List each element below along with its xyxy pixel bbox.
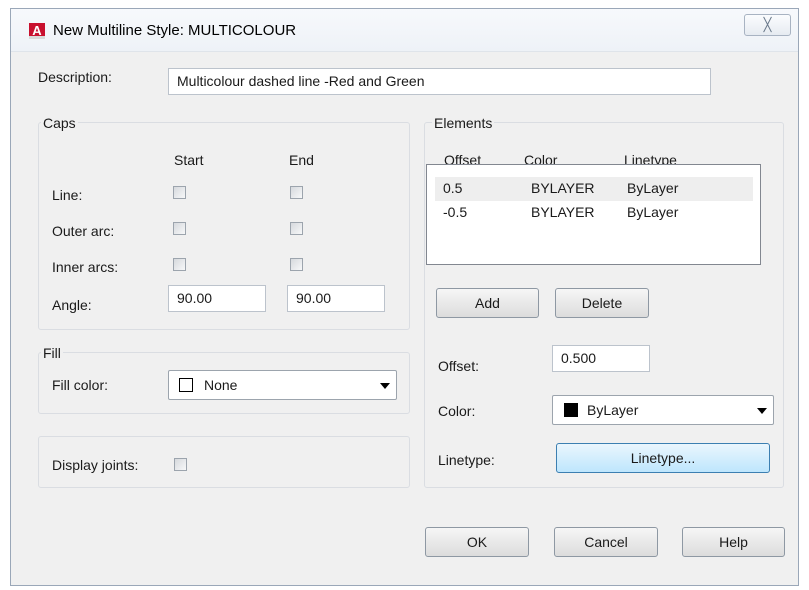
display-joints-label: Display joints: xyxy=(52,457,139,473)
offset-label: Offset: xyxy=(438,358,479,374)
caps-angle-label: Angle: xyxy=(52,297,92,313)
linetype-label: Linetype: xyxy=(438,452,495,468)
inner-arcs-start-checkbox[interactable] xyxy=(173,258,186,271)
color-label: Color: xyxy=(438,403,476,419)
elements-row[interactable]: -0.5 BYLAYER ByLayer xyxy=(435,201,753,225)
chevron-down-icon xyxy=(757,408,767,414)
inner-arcs-end-checkbox[interactable] xyxy=(290,258,303,271)
elements-list[interactable]: 0.5 BYLAYER ByLayer -0.5 BYLAYER ByLayer xyxy=(426,164,761,265)
description-label: Description: xyxy=(38,69,112,85)
title-bar[interactable]: A New Multiline Style: MULTICOLOUR xyxy=(11,9,798,52)
element-linetype: ByLayer xyxy=(627,180,679,196)
element-color-swatch xyxy=(564,403,578,417)
fill-color-select[interactable]: None xyxy=(168,370,397,400)
caps-group-label: Caps xyxy=(41,115,78,131)
element-linetype: ByLayer xyxy=(627,204,679,220)
caps-start-header: Start xyxy=(174,152,204,168)
outer-arc-end-checkbox[interactable] xyxy=(290,222,303,235)
elements-row[interactable]: 0.5 BYLAYER ByLayer xyxy=(435,177,753,201)
chevron-down-icon xyxy=(380,383,390,389)
delete-element-button[interactable]: Delete xyxy=(555,288,649,318)
element-color-value: ByLayer xyxy=(587,402,639,418)
element-offset: -0.5 xyxy=(443,204,468,220)
fill-group-label: Fill xyxy=(41,345,63,361)
display-joints-checkbox[interactable] xyxy=(174,458,187,471)
caps-end-header: End xyxy=(289,152,314,168)
caps-inner-arcs-label: Inner arcs: xyxy=(52,259,119,275)
close-button[interactable]: ╳ xyxy=(744,14,791,36)
linetype-button[interactable]: Linetype... xyxy=(556,443,770,473)
help-button[interactable]: Help xyxy=(682,527,785,557)
add-element-button[interactable]: Add xyxy=(436,288,539,318)
line-end-checkbox[interactable] xyxy=(290,186,303,199)
description-input[interactable]: Multicolour dashed line -Red and Green xyxy=(168,68,711,95)
close-icon: ╳ xyxy=(763,17,772,32)
element-offset: 0.5 xyxy=(443,180,463,196)
cancel-button[interactable]: Cancel xyxy=(554,527,658,557)
line-start-checkbox[interactable] xyxy=(173,186,186,199)
angle-start-input[interactable]: 90.00 xyxy=(168,285,266,312)
fill-color-value: None xyxy=(204,377,238,393)
outer-arc-start-checkbox[interactable] xyxy=(173,222,186,235)
dialog-title: New Multiline Style: MULTICOLOUR xyxy=(53,22,297,39)
element-color: BYLAYER xyxy=(531,180,595,196)
element-color: BYLAYER xyxy=(531,204,595,220)
ok-button[interactable]: OK xyxy=(425,527,529,557)
caps-line-label: Line: xyxy=(52,187,83,203)
offset-input[interactable]: 0.500 xyxy=(552,345,650,372)
angle-end-input[interactable]: 90.00 xyxy=(287,285,385,312)
element-color-select[interactable]: ByLayer xyxy=(552,395,774,425)
caps-outer-arc-label: Outer arc: xyxy=(52,223,115,239)
elements-group-label: Elements xyxy=(432,115,495,131)
autocad-app-icon: A xyxy=(29,23,45,39)
fill-color-label: Fill color: xyxy=(52,377,109,393)
fill-color-swatch xyxy=(179,378,193,392)
